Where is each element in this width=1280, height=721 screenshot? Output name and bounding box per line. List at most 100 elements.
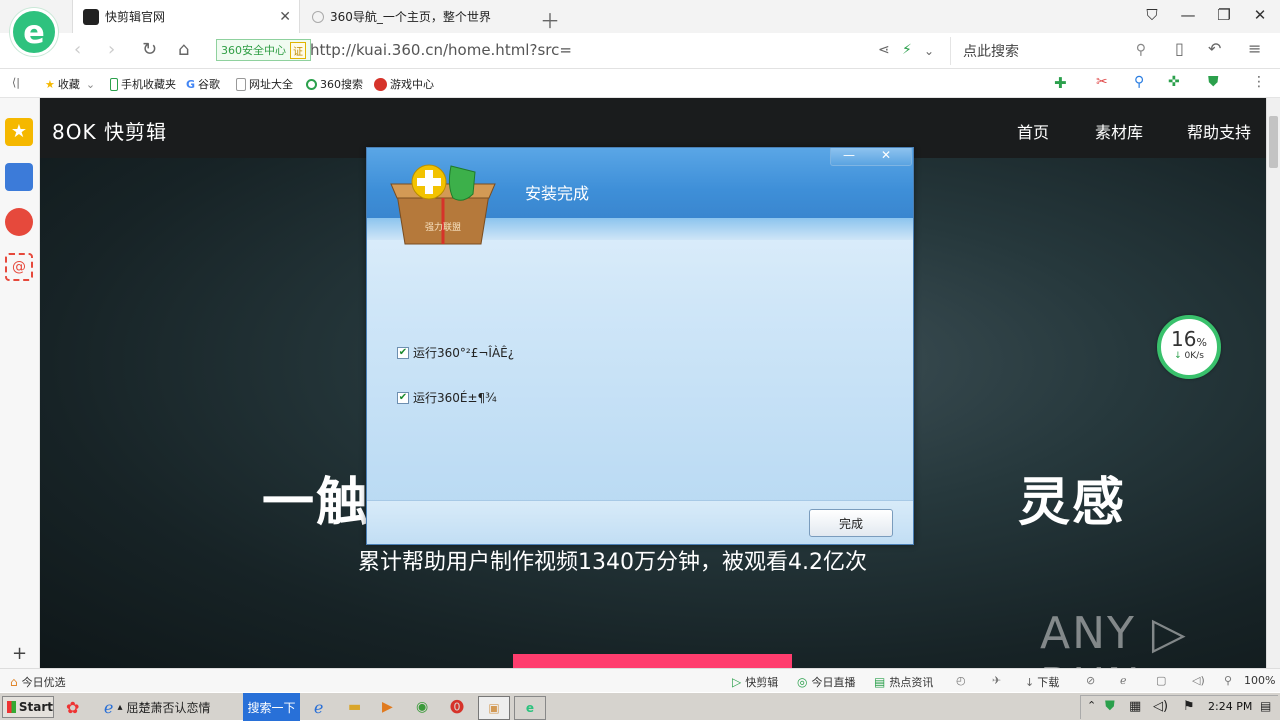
chevron-down-icon[interactable]: ⌄ [924,44,934,58]
show-desktop-icon[interactable]: ▤ [1260,699,1271,713]
security-badge-label: 360安全中心 [221,44,286,57]
bookmark-directory[interactable]: 网址大全 [236,76,293,92]
more-icon[interactable]: ⋮ [1252,74,1266,90]
url-field[interactable]: http://kuai.360.cn/home.html?src= [310,41,572,59]
menu-icon[interactable]: ≡ [1248,39,1261,58]
status-download[interactable]: ↓ 下载 [1025,674,1059,690]
new-tab-icon[interactable]: ＋ [540,5,560,34]
taskbar-ie-item[interactable]: ℯ ▴ 屈楚萧否认恋情 [104,696,211,718]
tab-360-nav[interactable]: 360导航_一个主页，整个世界 [302,0,530,33]
share-icon[interactable]: ⋖ [878,42,890,58]
ie-icon[interactable]: ℯ [1120,674,1127,687]
collapse-sidebar-icon[interactable]: ⟨| [12,76,20,89]
close-window-icon[interactable]: ✕ [1250,6,1270,24]
volume-icon[interactable]: ◁) [1192,674,1205,687]
bookmark-game-center[interactable]: 游戏中心 [374,76,434,92]
weibo-icon[interactable] [5,208,33,236]
shield-icon[interactable]: ⛊ [1208,74,1219,90]
google-icon: G [186,77,196,91]
gamepad-icon[interactable]: ✜ [1168,74,1180,90]
zoom-level[interactable]: 100% [1244,674,1275,687]
skin-icon[interactable]: ⛉ [1142,6,1162,24]
bookmark-mobile[interactable]: 手机收藏夹 [110,76,176,92]
nav-help[interactable]: 帮助支持 [1187,119,1251,143]
folder-icon[interactable]: ▬ [348,696,361,718]
antivirus-icon[interactable]: ⓿ [450,696,464,718]
mail-icon[interactable]: @ [5,253,33,281]
screenshot-icon[interactable]: ✂ [1096,74,1108,90]
finish-button[interactable]: 完成 [809,509,893,537]
search-placeholder: 点此搜索 [963,44,1019,60]
search-input[interactable]: 点此搜索 ⚲ [950,37,1160,65]
status-live[interactable]: ◎ 今日直播 [797,674,855,690]
status-news[interactable]: ▤ 热点资讯 [874,674,933,690]
status-label: 下载 [1037,676,1060,689]
window-icon[interactable]: ▢ [1156,674,1166,687]
minimize-window-icon[interactable]: — [1178,6,1198,24]
undo-icon[interactable]: ↶ [1208,39,1221,58]
option-label: 运行360°²£¬ÎÀÊ¿ [413,346,515,360]
dialog-minimize-icon[interactable]: — [843,148,855,162]
tab-kuaijianji[interactable]: 快剪辑官网 ✕ [72,0,300,33]
bookmark-bar: ⟨| ★ 收藏 ⌄ 手机收藏夹 G 谷歌 网址大全 360搜索 游戏中心 ✚ ✂ ⚲ … [0,69,1280,98]
add-sidebar-icon[interactable]: + [12,643,27,664]
scrollbar-thumb[interactable] [1269,116,1278,168]
add-app-icon[interactable]: ✚ [1054,74,1067,92]
close-tab-icon[interactable]: ✕ [279,9,291,25]
bookmark-360-search[interactable]: 360搜索 [306,76,363,92]
favorites-star-icon[interactable]: ★ [5,118,33,146]
today-picks[interactable]: ⌂ 今日优选 [10,674,66,690]
checkbox[interactable]: ✔ [397,346,409,359]
tray-flag-icon[interactable]: ⚑ [1183,699,1195,714]
chrome-icon[interactable]: ◉ [416,696,428,718]
download-arrow-icon: ↓ [1174,351,1182,361]
search-icon[interactable]: ⚲ [1136,42,1146,58]
vertical-scrollbar[interactable] [1266,98,1280,668]
ie-icon: ℯ [104,697,114,717]
status-label: 热点资讯 [889,676,934,689]
speed-mode-icon[interactable]: ⚡ [902,42,912,58]
zoom-icon: ⚲ [1224,674,1233,687]
site-logo[interactable]: 8OK 快剪辑 [52,116,167,145]
network-speed-widget[interactable]: 16% ↓ 0K/s [1157,315,1221,379]
bookmark-label: 网址大全 [249,78,293,91]
reading-list-icon[interactable] [5,163,33,191]
status-label: 今日直播 [811,676,856,689]
dialog-close-icon[interactable]: ✕ [881,148,891,162]
start-button[interactable]: Start [2,696,54,718]
ie-quicklaunch-icon[interactable]: ℯ [314,696,323,718]
360-browser-task-icon[interactable]: e [514,696,546,720]
installer-task-icon[interactable]: ▣ [478,696,510,720]
360-app-icon[interactable]: ✿ [66,696,79,718]
clean-icon[interactable]: ◴ [956,674,966,687]
bookmark-google[interactable]: G 谷歌 [186,76,220,92]
forward-icon[interactable]: › [108,39,115,60]
option-run-360-safe[interactable]: ✔ 运行360°²£¬ÎÀÊ¿ [397,344,514,361]
pin-icon[interactable]: ✈ [992,674,1001,687]
mobile-icon[interactable]: ▯ [1175,39,1184,58]
back-icon[interactable]: ‹ [74,39,81,60]
cta-button[interactable] [513,654,792,668]
restore-window-icon[interactable]: ❐ [1214,6,1234,24]
box-label: 强力联盟 [425,221,461,233]
home-icon[interactable]: ⌂ [178,39,189,60]
checkbox[interactable]: ✔ [397,391,409,404]
option-run-360-antivirus[interactable]: ✔ 运行360É±¶¾ [397,389,497,406]
refresh-icon[interactable]: ↻ [142,39,157,60]
status-kuaijianji[interactable]: ▷ 快剪辑 [732,674,778,690]
tray-expand-icon[interactable]: ⌃ [1087,699,1096,712]
browser-logo-icon[interactable]: e [10,8,58,56]
taskbar-search-button[interactable]: 搜索一下 [243,693,300,721]
stop-icon[interactable]: ⊘ [1086,674,1095,687]
tray-shield-icon[interactable]: ⛊ [1105,699,1115,714]
bookmark-favorites[interactable]: ★ 收藏 ⌄ [45,76,95,92]
phone-icon [110,77,118,91]
security-badge[interactable]: 360安全中心 证 [216,39,311,61]
tray-network-icon[interactable]: ▦ [1129,699,1141,714]
nav-materials[interactable]: 素材库 [1095,119,1143,143]
nav-home[interactable]: 首页 [1017,119,1049,143]
find-icon[interactable]: ⚲ [1134,74,1144,90]
tray-volume-icon[interactable]: ◁) [1153,699,1168,714]
bookmark-label: 收藏 [57,78,80,91]
media-player-icon[interactable]: ▶ [382,696,393,718]
